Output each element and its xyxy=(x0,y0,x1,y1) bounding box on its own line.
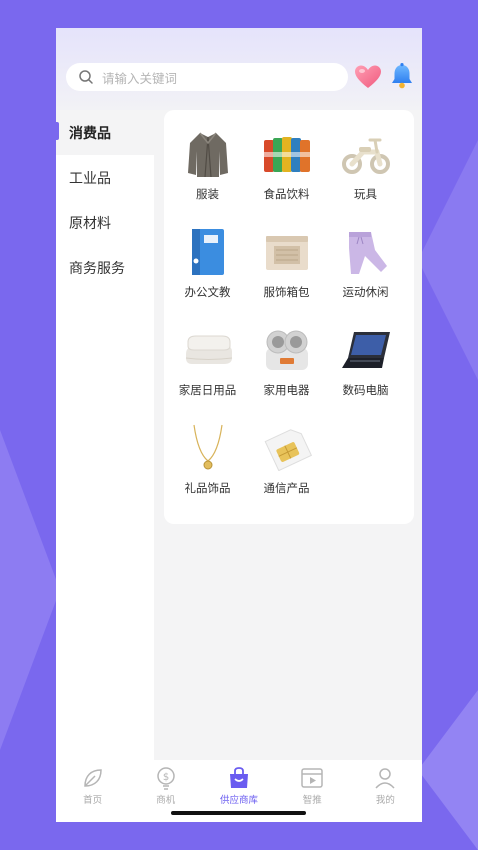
category-item-telecom[interactable]: 通信产品 xyxy=(247,422,326,498)
sidebar-item-business-services[interactable]: 商务服务 xyxy=(56,245,154,290)
sweatpants-image xyxy=(340,226,392,278)
category-item-household[interactable]: 家居日用品 xyxy=(168,324,247,400)
sidebar-item-label: 消费品 xyxy=(69,125,111,142)
svg-text:$: $ xyxy=(163,772,169,783)
sidebar-item-label: 商务服务 xyxy=(69,260,125,277)
subcategory-card: 服装 食品饮料 玩具 办公文教 服饰箱包 运动休闲 家居日用品 家用电器 数码电… xyxy=(164,110,414,524)
binder-image xyxy=(182,226,234,278)
search-icon xyxy=(79,70,93,84)
sidebar-item-label: 原材料 xyxy=(69,215,111,232)
heart-icon[interactable] xyxy=(354,64,382,90)
tab-profile[interactable]: 我的 xyxy=(349,760,422,822)
category-item-office[interactable]: 办公文教 xyxy=(168,226,247,302)
pillows-image xyxy=(182,324,234,376)
sidebar-item-label: 工业品 xyxy=(69,170,111,187)
search-placeholder: 请输入关键词 xyxy=(102,70,178,86)
category-item-home-appliances[interactable]: 家用电器 xyxy=(247,324,326,400)
category-item-toys[interactable]: 玩具 xyxy=(326,128,405,204)
coat-image xyxy=(182,128,234,180)
sidebar-item-raw-materials[interactable]: 原材料 xyxy=(56,200,154,245)
cooker-image xyxy=(261,324,313,376)
bell-icon[interactable] xyxy=(388,62,416,90)
category-item-gifts-jewelry[interactable]: 礼品饰品 xyxy=(168,422,247,498)
sidebar-item-consumer[interactable]: 消费品 xyxy=(56,110,154,155)
laptop-image xyxy=(340,324,392,376)
category-sidebar: 消费品 工业品 原材料 商务服务 xyxy=(56,110,154,760)
snack-bags-image xyxy=(261,128,313,180)
category-item-food-beverage[interactable]: 食品饮料 xyxy=(247,128,326,204)
video-icon xyxy=(301,768,323,788)
category-item-sports-leisure[interactable]: 运动休闲 xyxy=(326,226,405,302)
category-item-digital-computer[interactable]: 数码电脑 xyxy=(326,324,405,400)
subcategory-grid: 服装 食品饮料 玩具 办公文教 服饰箱包 运动休闲 家居日用品 家用电器 数码电… xyxy=(164,128,414,498)
storage-box-image xyxy=(261,226,313,278)
phone-screen: 请输入关键词 消费品 工业品 原材料 商务服务 服装 食品饮料 玩具 办公文教 … xyxy=(56,28,422,822)
sim-card-image xyxy=(261,422,313,474)
balance-bike-image xyxy=(340,128,392,180)
search-bar[interactable]: 请输入关键词 xyxy=(66,63,348,91)
category-item-clothing[interactable]: 服装 xyxy=(168,128,247,204)
sidebar-item-industrial[interactable]: 工业品 xyxy=(56,155,154,200)
shop-bag-icon xyxy=(230,767,248,788)
top-bar: 请输入关键词 xyxy=(56,28,422,110)
coin-bulb-icon: $ xyxy=(157,767,175,790)
leaf-icon xyxy=(83,769,102,787)
tab-home[interactable]: 首页 xyxy=(56,760,129,822)
home-indicator xyxy=(171,811,306,815)
person-icon xyxy=(375,768,395,789)
necklace-image xyxy=(182,422,234,474)
category-item-apparel-bags[interactable]: 服饰箱包 xyxy=(247,226,326,302)
